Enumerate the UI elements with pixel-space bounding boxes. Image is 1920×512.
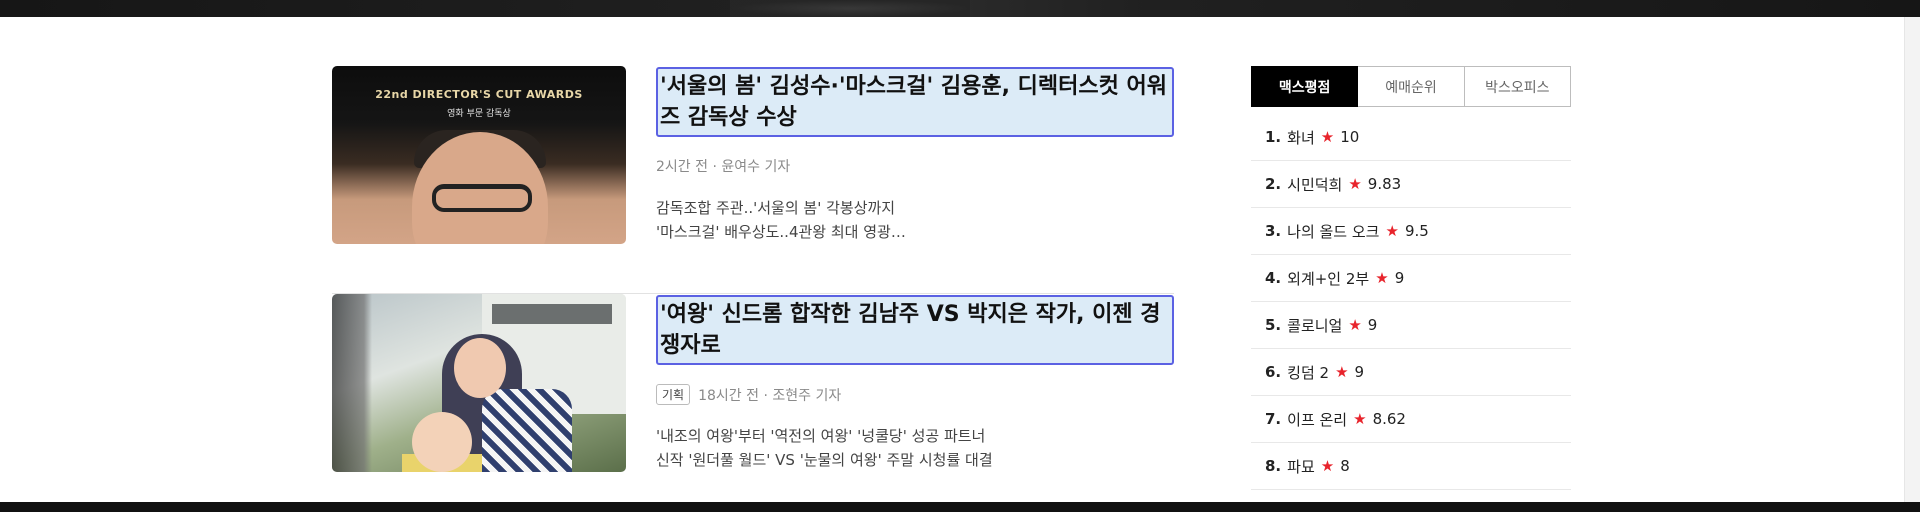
star-icon: ★ bbox=[1335, 363, 1349, 381]
thumbnail-figure bbox=[492, 304, 612, 324]
movie-title[interactable]: 파묘 bbox=[1287, 456, 1315, 477]
ranking-panel: 맥스평점 예매순위 박스오피스 1. 화녀 ★ 10 2. 시민덕희 ★ 9.8… bbox=[1251, 66, 1571, 490]
star-icon: ★ bbox=[1375, 269, 1389, 287]
movie-title[interactable]: 시민덕희 bbox=[1287, 174, 1342, 195]
rank-number: 8. bbox=[1265, 457, 1282, 475]
banner-decoration bbox=[730, 0, 970, 17]
movie-score: 8.62 bbox=[1372, 410, 1406, 428]
movie-score: 9.83 bbox=[1367, 175, 1402, 193]
thumbnail-caption: 22nd DIRECTOR'S CUT AWARDS bbox=[375, 88, 583, 101]
movie-title[interactable]: 화녀 bbox=[1287, 127, 1315, 148]
star-icon: ★ bbox=[1353, 410, 1367, 428]
news-item[interactable]: '여왕' 신드롬 합작한 김남주 VS 박지은 작가, 이젠 경쟁자로 기획 1… bbox=[332, 294, 1174, 512]
ranking-item[interactable]: 8. 파묘 ★ 8 bbox=[1251, 443, 1571, 490]
thumbnail-figure bbox=[482, 389, 572, 472]
star-icon: ★ bbox=[1385, 222, 1399, 240]
rank-number: 5. bbox=[1265, 316, 1282, 334]
category-tag[interactable]: 기획 bbox=[656, 384, 691, 405]
tab-max-rating[interactable]: 맥스평점 bbox=[1251, 66, 1359, 107]
movie-title[interactable]: 킹덤 2 bbox=[1287, 362, 1329, 383]
movie-score: 10 bbox=[1340, 128, 1360, 146]
movie-score: 8 bbox=[1340, 457, 1350, 475]
news-time-reporter: 2시간 전 · 윤여수 기자 bbox=[656, 159, 791, 175]
ranking-item[interactable]: 4. 외계+인 2부 ★ 9 bbox=[1251, 255, 1571, 302]
thumbnail-figure bbox=[412, 412, 472, 472]
movie-title[interactable]: 이프 온리 bbox=[1287, 409, 1347, 430]
star-icon: ★ bbox=[1348, 316, 1362, 334]
movie-score: 9 bbox=[1354, 363, 1365, 381]
movie-score: 9 bbox=[1394, 269, 1405, 287]
news-item[interactable]: 22nd DIRECTOR'S CUT AWARDS 영화 부문 감독상 '서울… bbox=[332, 66, 1174, 294]
movie-title[interactable]: 나의 올드 오크 bbox=[1287, 221, 1379, 242]
rank-number: 1. bbox=[1265, 128, 1282, 146]
ranking-item[interactable]: 5. 콜로니얼 ★ 9 bbox=[1251, 302, 1571, 349]
star-icon: ★ bbox=[1348, 175, 1362, 193]
thumbnail-figure bbox=[432, 184, 532, 212]
news-time-reporter: 18시간 전 · 조현주 기자 bbox=[698, 387, 842, 404]
summary-line: '마스크걸' 배우상도..4관왕 최대 영광… bbox=[656, 223, 906, 241]
page-scrollbar[interactable] bbox=[1904, 17, 1920, 502]
top-banner-strip bbox=[0, 0, 1920, 17]
movie-score: 9.5 bbox=[1404, 222, 1429, 240]
ranking-item[interactable]: 7. 이프 온리 ★ 8.62 bbox=[1251, 396, 1571, 443]
news-summary[interactable]: 감독조합 주관..'서울의 봄' 각봉상까지 '마스크걸' 배우상도..4관왕 … bbox=[656, 196, 906, 244]
tab-reservation-rank[interactable]: 예매순위 bbox=[1358, 66, 1465, 107]
rank-number: 7. bbox=[1265, 410, 1282, 428]
movie-title[interactable]: 외계+인 2부 bbox=[1287, 268, 1369, 289]
news-title-link[interactable]: '여왕' 신드롬 합작한 김남주 VS 박지은 작가, 이젠 경쟁자로 bbox=[656, 295, 1174, 365]
movie-title[interactable]: 콜로니얼 bbox=[1287, 315, 1342, 336]
news-meta: 기획 18시간 전 · 조현주 기자 bbox=[656, 384, 841, 405]
news-summary[interactable]: '내조의 여왕'부터 '역전의 여왕' '넝쿨당' 성공 파트너 신작 '원더풀… bbox=[656, 424, 993, 472]
thumbnail-figure bbox=[454, 338, 506, 398]
thumbnail-figure bbox=[332, 294, 372, 472]
news-thumbnail[interactable] bbox=[332, 294, 626, 472]
summary-line: '내조의 여왕'부터 '역전의 여왕' '넝쿨당' 성공 파트너 bbox=[656, 427, 986, 445]
ranking-item[interactable]: 1. 화녀 ★ 10 bbox=[1251, 114, 1571, 161]
summary-line: 감독조합 주관..'서울의 봄' 각봉상까지 bbox=[656, 199, 896, 217]
bottom-bar bbox=[0, 502, 1920, 512]
news-meta: 2시간 전 · 윤여수 기자 bbox=[656, 156, 790, 176]
ranking-item[interactable]: 2. 시민덕희 ★ 9.83 bbox=[1251, 161, 1571, 208]
star-icon: ★ bbox=[1320, 457, 1335, 475]
summary-line: 신작 '원더풀 월드' VS '눈물의 여왕' 주말 시청률 대결 bbox=[656, 451, 993, 469]
ranking-item[interactable]: 3. 나의 올드 오크 ★ 9.5 bbox=[1251, 208, 1571, 255]
star-icon: ★ bbox=[1320, 128, 1335, 146]
rank-number: 3. bbox=[1265, 222, 1282, 240]
movie-score: 9 bbox=[1367, 316, 1378, 334]
rank-number: 6. bbox=[1265, 363, 1282, 381]
news-thumbnail[interactable]: 22nd DIRECTOR'S CUT AWARDS 영화 부문 감독상 bbox=[332, 66, 626, 244]
ranking-list: 1. 화녀 ★ 10 2. 시민덕희 ★ 9.83 3. 나의 올드 오크 ★ … bbox=[1251, 114, 1571, 490]
tab-box-office[interactable]: 박스오피스 bbox=[1464, 66, 1571, 107]
ranking-tabs: 맥스평점 예매순위 박스오피스 bbox=[1251, 66, 1571, 107]
rank-number: 4. bbox=[1265, 269, 1282, 287]
news-list: 22nd DIRECTOR'S CUT AWARDS 영화 부문 감독상 '서울… bbox=[332, 66, 1174, 512]
news-title-link[interactable]: '서울의 봄' 김성수·'마스크걸' 김용훈, 디렉터스컷 어워즈 감독상 수상 bbox=[656, 67, 1174, 137]
thumbnail-subcaption: 영화 부문 감독상 bbox=[447, 109, 511, 119]
rank-number: 2. bbox=[1265, 175, 1282, 193]
ranking-item[interactable]: 6. 킹덤 2 ★ 9 bbox=[1251, 349, 1571, 396]
